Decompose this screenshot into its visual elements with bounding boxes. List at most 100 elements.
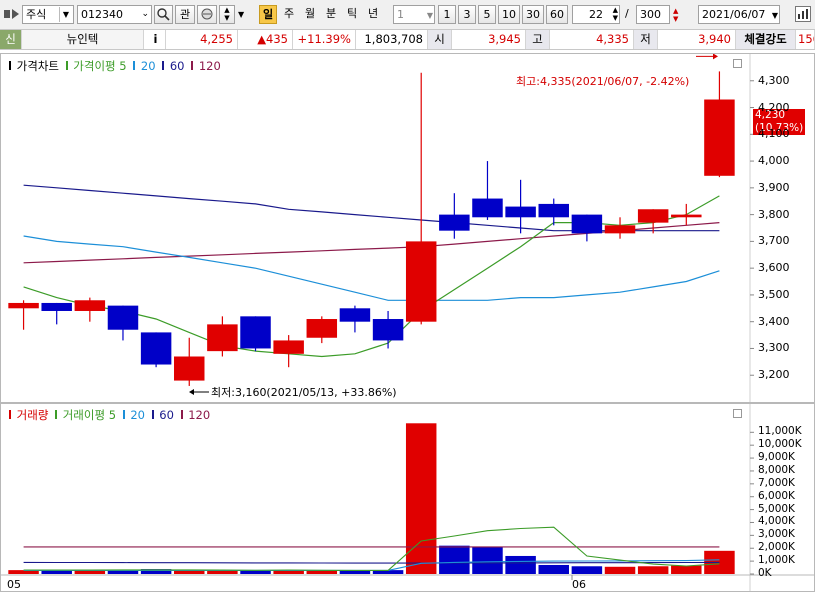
link-icon bbox=[201, 8, 213, 20]
period-minute-tab[interactable]: 분 bbox=[322, 5, 340, 24]
interval-5-button[interactable]: 5 bbox=[478, 5, 496, 24]
calendar-spin-icon[interactable]: ▲ ▼ bbox=[673, 7, 687, 23]
chevron-down-icon: ▼ bbox=[426, 11, 433, 20]
price-ma5-line bbox=[23, 195, 720, 358]
high-label: 고 bbox=[526, 30, 550, 49]
count-input[interactable]: 22 ▲ ▼ bbox=[572, 5, 620, 24]
volume-y-tick: 4,000K bbox=[758, 515, 795, 528]
updown-button[interactable]: ▲ ▼ bbox=[219, 5, 235, 24]
volume-bar bbox=[571, 566, 603, 574]
interval-select[interactable]: 1 ▼ bbox=[393, 5, 435, 24]
price-y-tick: 4,200 bbox=[758, 100, 790, 114]
candle-body bbox=[339, 308, 371, 322]
price-y-tick: 3,600 bbox=[758, 261, 790, 275]
candle-body bbox=[671, 214, 702, 218]
candle-body bbox=[306, 319, 338, 338]
price-y-tick: 4,100 bbox=[758, 127, 790, 141]
volume-ma5-line bbox=[23, 526, 720, 571]
candle-body bbox=[74, 300, 106, 311]
period-year-tab[interactable]: 년 bbox=[364, 5, 382, 24]
volume-y-tick: 7,000K bbox=[758, 476, 795, 489]
trade-volume: 1,803,708 bbox=[356, 30, 428, 49]
search-icon bbox=[157, 8, 170, 21]
stock-code-input[interactable]: 012340 ⌄ bbox=[77, 5, 152, 24]
interval-30-button[interactable]: 30 bbox=[522, 5, 544, 24]
period-week-tab[interactable]: 주 bbox=[280, 5, 298, 24]
candle-body bbox=[505, 206, 536, 218]
candle-body bbox=[637, 209, 669, 223]
chevron-down-icon: ⌄ bbox=[141, 9, 149, 19]
search-button[interactable] bbox=[154, 5, 173, 24]
candle-body bbox=[140, 332, 172, 365]
total-count-input[interactable]: 300 bbox=[636, 5, 670, 24]
period-month-tab[interactable]: 월 bbox=[301, 5, 319, 24]
interval-10-button[interactable]: 10 bbox=[498, 5, 520, 24]
volume-y-tick: 1,000K bbox=[758, 554, 795, 567]
date-value: 2021/06/07 bbox=[702, 8, 766, 21]
candle-body bbox=[273, 340, 304, 354]
price-y-tick: 3,500 bbox=[758, 287, 790, 301]
open-label: 시 bbox=[428, 30, 452, 49]
price-ma20-line bbox=[23, 235, 720, 301]
link-button[interactable] bbox=[197, 5, 217, 24]
chart-toolbar: 주식 ▼ 012340 ⌄ 관 ▲ ▼ ▼ 일 주 월 분 틱 년 1 ▼ 1 3… bbox=[0, 0, 815, 30]
price-chart-svg bbox=[8, 54, 754, 402]
volume-bar bbox=[240, 570, 271, 574]
low-arrowhead bbox=[189, 389, 194, 395]
interval-60-button[interactable]: 60 bbox=[546, 5, 568, 24]
price-y-tick: 3,200 bbox=[758, 368, 790, 382]
volume-chart-svg bbox=[1, 404, 814, 591]
info-button[interactable]: i bbox=[146, 30, 166, 49]
volume-y-tick: 3,000K bbox=[758, 528, 795, 541]
volume-y-tick: 10,000K bbox=[758, 438, 802, 451]
interest-button[interactable]: 관 bbox=[175, 5, 195, 24]
period-day-tab[interactable]: 일 bbox=[259, 5, 277, 24]
high-price: 4,335 bbox=[550, 30, 634, 49]
x-label-june: 06 bbox=[572, 578, 586, 591]
candle-body bbox=[571, 214, 603, 234]
candle-body bbox=[240, 316, 271, 349]
open-price: 3,945 bbox=[452, 30, 526, 49]
volume-bar bbox=[604, 566, 636, 574]
panel-toggle-icon[interactable] bbox=[4, 8, 20, 20]
stock-name: 뉴인텍 bbox=[22, 30, 144, 49]
stock-code-value: 012340 bbox=[81, 8, 123, 21]
low-label: 저 bbox=[634, 30, 658, 49]
volume-ma60-line bbox=[23, 561, 720, 564]
candle-body bbox=[207, 324, 238, 352]
period-tick-tab[interactable]: 틱 bbox=[343, 5, 361, 24]
high-arrowhead bbox=[713, 54, 718, 60]
chevron-down-icon: ▼ bbox=[771, 11, 778, 20]
price-chart-panel[interactable]: 가격차트 가격이평 5 20 60 120 최고:4,335(2021/06/0… bbox=[0, 53, 815, 403]
interval-3-button[interactable]: 3 bbox=[458, 5, 476, 24]
candle-body bbox=[604, 225, 636, 234]
price-change: ▲435 bbox=[238, 30, 293, 49]
volume-bar bbox=[339, 570, 371, 574]
volume-bar bbox=[439, 545, 470, 574]
interval-1-button[interactable]: 1 bbox=[438, 5, 456, 24]
date-input[interactable]: 2021/06/07 ▼ bbox=[698, 5, 780, 24]
price-y-tick: 3,900 bbox=[758, 180, 790, 194]
price-y-tick: 3,400 bbox=[758, 314, 790, 328]
strength-value: 156.9 bbox=[796, 30, 815, 49]
market-type-value: 주식 bbox=[26, 8, 47, 21]
more-icon[interactable]: ▼ bbox=[238, 10, 244, 19]
stock-info-bar: 신 뉴인텍 i 4,255 ▲435 +11.39% 1,803,708 시 3… bbox=[0, 30, 815, 50]
interval-value: 1 bbox=[397, 8, 404, 21]
volume-y-tick: 11,000K bbox=[758, 425, 802, 438]
count-separator: / bbox=[625, 7, 629, 20]
price-y-tick: 3,700 bbox=[758, 234, 790, 248]
candle-body bbox=[538, 203, 569, 218]
volume-bar bbox=[538, 564, 569, 574]
volume-y-tick: 6,000K bbox=[758, 489, 795, 502]
market-type-select[interactable]: 주식 ▼ bbox=[22, 5, 74, 24]
price-y-tick: 3,300 bbox=[758, 341, 790, 355]
volume-y-tick: 8,000K bbox=[758, 463, 795, 476]
volume-chart-panel[interactable]: 거래량 거래이평 5 20 60 120 05 06 11,000K 10,000… bbox=[0, 403, 815, 592]
volume-bar bbox=[472, 546, 503, 574]
candle-body bbox=[704, 99, 735, 176]
chart-settings-icon[interactable] bbox=[795, 6, 811, 22]
x-label-may: 05 bbox=[7, 578, 21, 591]
high-annotation: 최고:4,335(2021/06/07, -2.42%) bbox=[516, 75, 690, 88]
price-y-tick: 4,300 bbox=[758, 73, 790, 87]
